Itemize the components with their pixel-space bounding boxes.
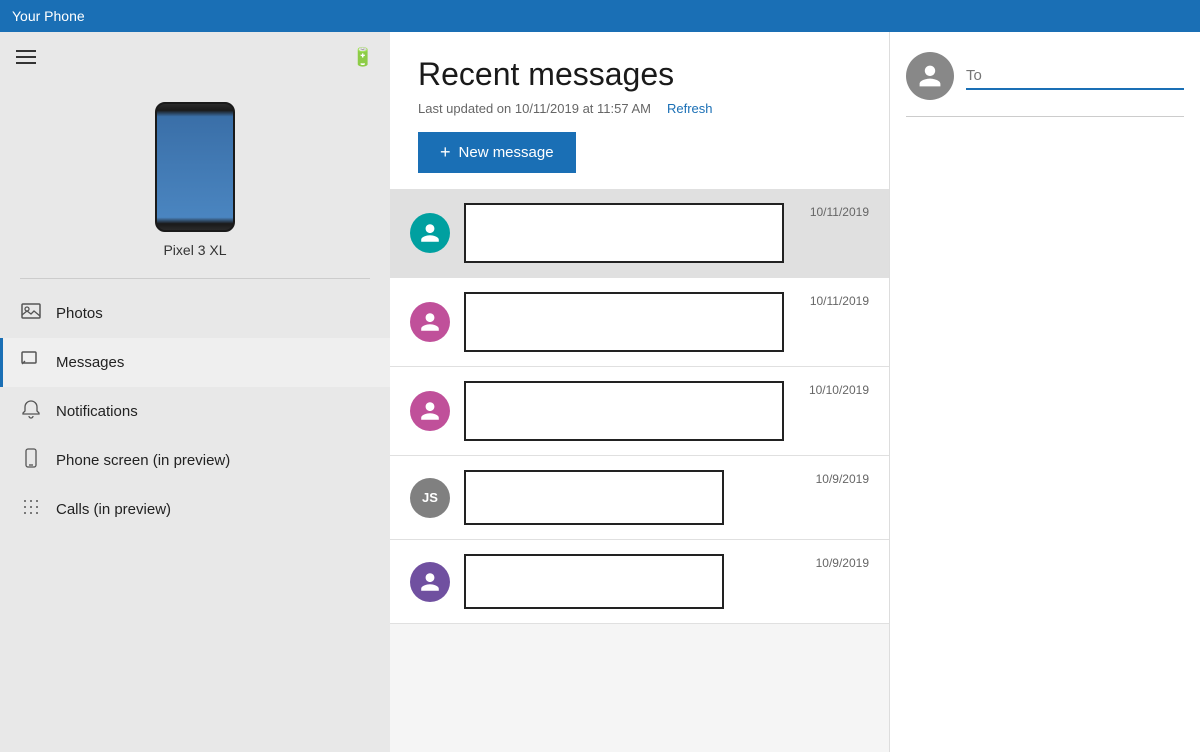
photos-icon	[20, 301, 42, 326]
sidebar-label-notifications: Notifications	[56, 403, 138, 420]
avatar	[410, 562, 450, 602]
avatar	[410, 213, 450, 253]
messages-title: Recent messages	[418, 56, 861, 93]
refresh-link[interactable]: Refresh	[667, 101, 713, 116]
sidebar-label-messages: Messages	[56, 354, 124, 371]
phone-image	[155, 102, 235, 232]
list-item[interactable]: 10/11/2019	[390, 189, 889, 278]
app-title: Your Phone	[12, 8, 85, 24]
messages-panel: Recent messages Last updated on 10/11/20…	[390, 32, 890, 752]
sidebar-label-calls: Calls (in preview)	[56, 501, 171, 518]
message-date: 10/11/2019	[810, 205, 869, 219]
device-name: Pixel 3 XL	[163, 242, 226, 258]
message-redacted	[464, 203, 784, 263]
message-date: 10/9/2019	[816, 472, 869, 486]
sidebar-item-messages[interactable]: Messages	[0, 338, 390, 387]
battery-icon: 🔋	[352, 47, 374, 68]
messages-list: 10/11/2019 10/11/2019 10	[390, 189, 889, 752]
compose-avatar	[906, 52, 954, 100]
message-redacted	[464, 470, 724, 525]
sidebar: 🔋 Pixel 3 XL Photos	[0, 32, 390, 752]
message-redacted	[464, 292, 784, 352]
message-redacted	[464, 554, 724, 609]
sidebar-header: 🔋	[0, 32, 390, 82]
phone-screen-icon	[20, 448, 42, 473]
compose-header	[906, 52, 1184, 100]
message-content	[464, 203, 869, 263]
messages-icon	[20, 350, 42, 375]
messages-header: Recent messages Last updated on 10/11/20…	[390, 32, 889, 189]
menu-icon[interactable]	[16, 50, 36, 64]
message-redacted	[464, 381, 784, 441]
list-item[interactable]: 10/11/2019	[390, 278, 889, 367]
sidebar-item-phone-screen[interactable]: Phone screen (in preview)	[0, 436, 390, 485]
messages-meta: Last updated on 10/11/2019 at 11:57 AM R…	[418, 101, 861, 116]
notifications-icon	[20, 399, 42, 424]
sidebar-nav: Photos Messages	[0, 289, 390, 534]
sidebar-label-photos: Photos	[56, 305, 103, 322]
compose-panel	[890, 32, 1200, 752]
sidebar-label-phone-screen: Phone screen (in preview)	[56, 452, 230, 469]
sidebar-item-calls[interactable]: Calls (in preview)	[0, 485, 390, 534]
message-content	[464, 470, 869, 525]
phone-display: Pixel 3 XL	[0, 82, 390, 278]
message-date: 10/9/2019	[816, 556, 869, 570]
avatar: JS	[410, 478, 450, 518]
to-input[interactable]	[966, 63, 1184, 90]
list-item[interactable]: 10/9/2019	[390, 540, 889, 624]
last-updated: Last updated on 10/11/2019 at 11:57 AM	[418, 101, 651, 116]
app-body: 🔋 Pixel 3 XL Photos	[0, 32, 1200, 752]
sidebar-divider	[20, 278, 370, 279]
title-bar: Your Phone	[0, 0, 1200, 32]
plus-icon: +	[440, 142, 451, 163]
avatar	[410, 391, 450, 431]
sidebar-item-photos[interactable]: Photos	[0, 289, 390, 338]
new-message-label: New message	[459, 144, 554, 161]
list-item[interactable]: JS 10/9/2019	[390, 456, 889, 540]
sidebar-item-notifications[interactable]: Notifications	[0, 387, 390, 436]
new-message-button[interactable]: + New message	[418, 132, 576, 173]
message-content	[464, 554, 869, 609]
message-date: 10/10/2019	[809, 383, 869, 397]
list-item[interactable]: 10/10/2019	[390, 367, 889, 456]
message-content	[464, 292, 869, 352]
compose-divider	[906, 116, 1184, 117]
avatar	[410, 302, 450, 342]
message-date: 10/11/2019	[810, 294, 869, 308]
calls-icon	[20, 497, 42, 522]
